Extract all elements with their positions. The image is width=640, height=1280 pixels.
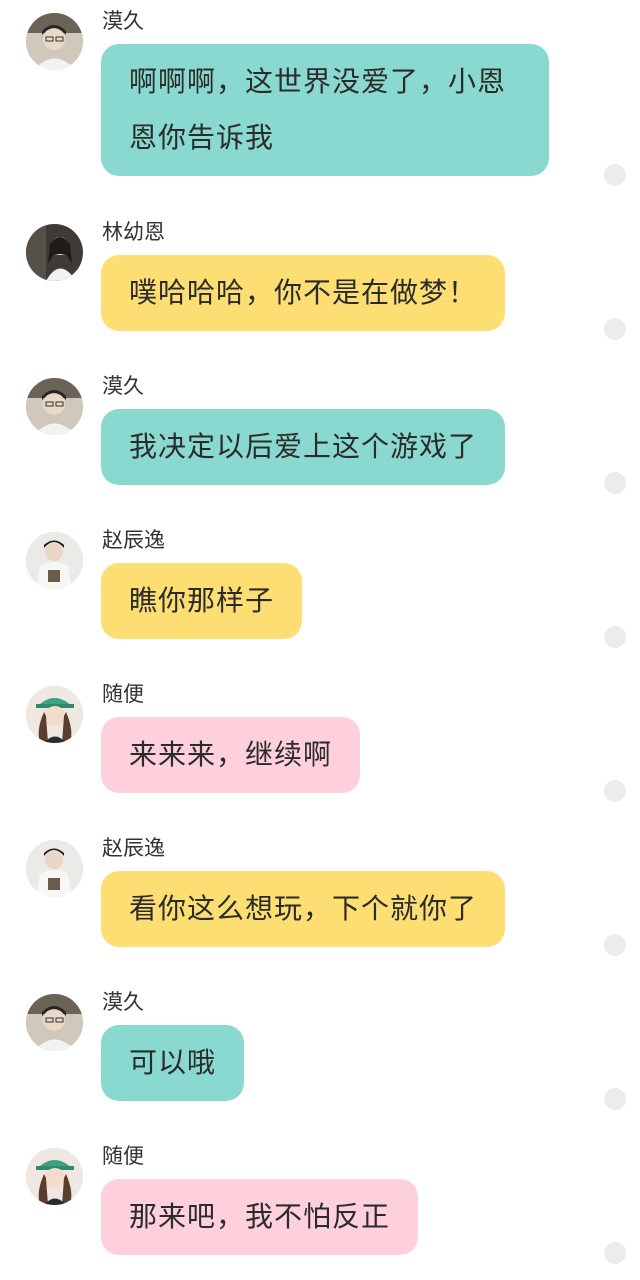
sender-name: 赵辰逸 (102, 836, 165, 860)
message-bubble[interactable]: 可以哦 (101, 1025, 245, 1101)
sender-name: 漠久 (102, 990, 144, 1014)
message-bubble[interactable]: 看你这么想玩，下个就你了 (101, 871, 506, 947)
message-bubble[interactable]: 瞧你那样子 (101, 563, 303, 639)
avatar-zhaochenyi-icon[interactable] (26, 532, 83, 589)
message-status-icon (604, 472, 626, 494)
message-bubble[interactable]: 来来来，继续啊 (101, 717, 361, 793)
message-bubble[interactable]: 我决定以后爱上这个游戏了 (101, 409, 506, 485)
message-status-icon (604, 164, 626, 186)
sender-name: 漠久 (102, 9, 144, 33)
message-status-icon (604, 318, 626, 340)
message-bubble[interactable]: 啊啊啊，这世界没爱了，小恩恩你告诉我 (101, 44, 549, 176)
avatar-mojiu-icon[interactable] (26, 13, 83, 70)
avatar-zhaochenyi-icon[interactable] (26, 840, 83, 897)
message-status-icon (604, 1088, 626, 1110)
avatar-linyouen-icon[interactable] (26, 224, 83, 281)
message-status-icon (604, 1242, 626, 1264)
sender-name: 林幼恩 (102, 220, 165, 244)
sender-name: 漠久 (102, 374, 144, 398)
avatar-suibian-icon[interactable] (26, 686, 83, 743)
sender-name: 随便 (102, 682, 144, 706)
message-status-icon (604, 780, 626, 802)
message-status-icon (604, 626, 626, 648)
message-bubble[interactable]: 那来吧，我不怕反正 (101, 1179, 419, 1255)
avatar-suibian-icon[interactable] (26, 1148, 83, 1205)
avatar-mojiu-icon[interactable] (26, 378, 83, 435)
message-status-icon (604, 934, 626, 956)
chat-message-list[interactable]: 漠久 啊啊啊，这世界没爱了，小恩恩你告诉我 林幼恩 噗哈哈哈，你不是在做梦！ 漠… (0, 0, 640, 1280)
sender-name: 赵辰逸 (102, 528, 165, 552)
message-bubble[interactable]: 噗哈哈哈，你不是在做梦！ (101, 255, 506, 331)
avatar-mojiu-icon[interactable] (26, 994, 83, 1051)
sender-name: 随便 (102, 1144, 144, 1168)
